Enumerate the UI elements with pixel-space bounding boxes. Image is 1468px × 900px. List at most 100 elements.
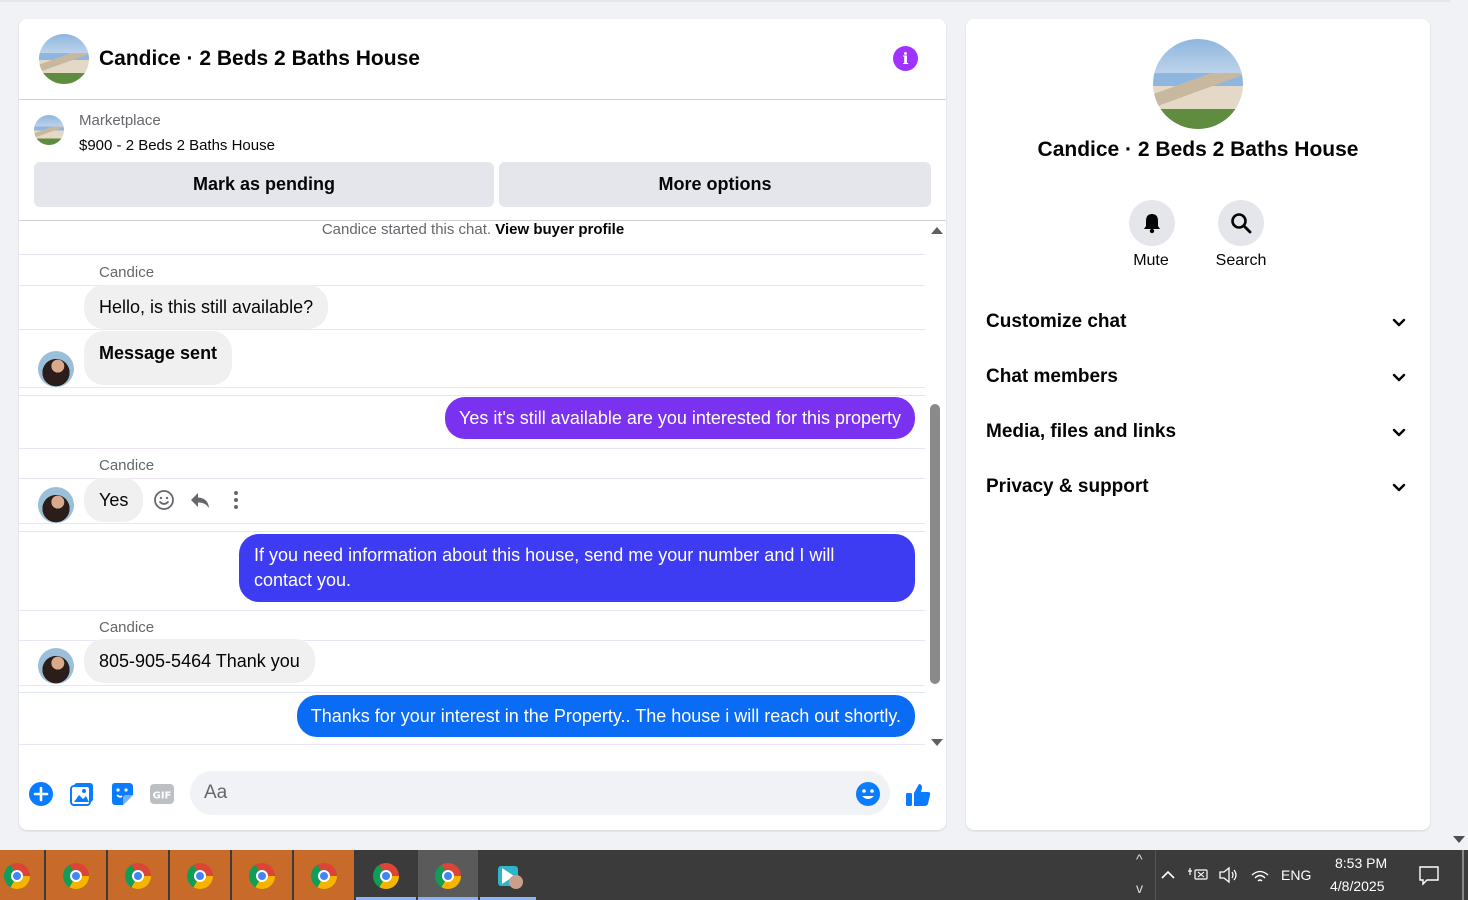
divider: [19, 448, 925, 449]
message-sent-notice: Message sent: [84, 331, 233, 385]
show-hidden-icons-icon[interactable]: [1160, 867, 1176, 883]
chevron-down-icon: [1392, 483, 1406, 492]
section-privacy-support[interactable]: Privacy & support: [966, 462, 1430, 512]
sender-avatar[interactable]: [38, 487, 74, 523]
emoji-icon[interactable]: [855, 781, 881, 807]
listing-price[interactable]: $900 - 2 Beds 2 Baths House: [79, 137, 275, 154]
outgoing-message[interactable]: If you need information about this house…: [239, 534, 915, 602]
chrome-icon: [63, 863, 89, 889]
view-buyer-profile-link[interactable]: View buyer profile: [495, 221, 624, 238]
divider: [19, 523, 925, 524]
mute-button[interactable]: [1129, 200, 1175, 246]
page-scrollbar[interactable]: [1450, 0, 1468, 850]
listing-thumbnail: [34, 115, 64, 145]
taskbar-chrome-2[interactable]: [46, 850, 106, 900]
search-button[interactable]: [1218, 200, 1264, 246]
thumbs-up-icon[interactable]: [904, 781, 931, 807]
chrome-icon: [187, 863, 213, 889]
scroll-thumb[interactable]: [930, 404, 940, 684]
chrome-icon: [4, 863, 30, 889]
search-label: Search: [1215, 252, 1267, 269]
divider: [19, 610, 925, 611]
reply-icon[interactable]: [189, 489, 211, 511]
chevron-down-icon: [1392, 318, 1406, 327]
scroll-up-arrow[interactable]: [931, 227, 943, 234]
taskbar-divider: [1155, 850, 1156, 900]
language-indicator[interactable]: ENG: [1281, 867, 1311, 883]
divider: [19, 387, 925, 388]
volume-icon[interactable]: [1218, 865, 1240, 885]
chat-started-notice: Candice started this chat. View buyer pr…: [321, 221, 625, 238]
chrome-icon: [249, 863, 275, 889]
outgoing-message[interactable]: Thanks for your interest in the Property…: [296, 695, 915, 737]
taskbar-scroll-down-icon[interactable]: v: [1136, 880, 1143, 896]
clock-date[interactable]: 4/8/2025: [1330, 878, 1385, 894]
taskbar-chrome-7[interactable]: [356, 850, 416, 900]
react-icon[interactable]: [153, 489, 175, 511]
message-sender: Candice: [99, 457, 155, 474]
gif-icon[interactable]: GIF: [149, 781, 175, 807]
mark-as-pending-button[interactable]: Mark as pending: [34, 162, 494, 207]
section-chat-members[interactable]: Chat members: [966, 352, 1430, 402]
taskbar-chrome-active[interactable]: [418, 850, 478, 900]
top-border: [0, 0, 1450, 2]
listing-photo[interactable]: [1153, 39, 1243, 129]
divider: [19, 531, 925, 532]
chat-title[interactable]: Candice · 2 Beds 2 Baths House: [99, 47, 420, 71]
page-scroll-down-arrow[interactable]: [1453, 836, 1465, 843]
chevron-down-icon: [1392, 373, 1406, 382]
composer: GIF: [19, 764, 946, 824]
marketplace-bar: Marketplace $900 - 2 Beds 2 Baths House …: [19, 100, 946, 221]
taskbar-chrome-3[interactable]: [108, 850, 168, 900]
svg-text:GIF: GIF: [153, 791, 172, 802]
sticker-icon[interactable]: [109, 781, 135, 807]
incoming-message[interactable]: Hello, is this still available?: [84, 285, 329, 329]
show-desktop-button[interactable]: [1462, 850, 1464, 900]
divider: [19, 478, 925, 479]
scroll-down-arrow[interactable]: [931, 739, 943, 746]
sender-avatar[interactable]: [38, 351, 74, 387]
details-title: Candice · 2 Beds 2 Baths House: [1037, 138, 1359, 161]
divider: [19, 685, 925, 686]
divider: [19, 744, 925, 745]
taskbar-scroll-up-icon[interactable]: ^: [1136, 851, 1143, 867]
chevron-down-icon: [1392, 428, 1406, 437]
message-scrollbar[interactable]: [927, 221, 946, 746]
message-sender: Candice: [99, 264, 155, 281]
mute-label: Mute: [1133, 252, 1169, 269]
notifications-icon[interactable]: [1418, 864, 1440, 886]
taskbar-chrome-6[interactable]: [294, 850, 354, 900]
chrome-icon: [125, 863, 151, 889]
message-input[interactable]: [190, 771, 890, 815]
message-list: Candice started this chat. View buyer pr…: [19, 221, 927, 746]
listing-avatar[interactable]: [39, 34, 89, 84]
chat-header: Candice · 2 Beds 2 Baths House i: [19, 19, 946, 100]
taskbar-chrome-1[interactable]: [0, 850, 44, 900]
divider: [19, 254, 925, 255]
incoming-message[interactable]: 805-905-5464 Thank you: [84, 639, 315, 683]
marketplace-label: Marketplace: [79, 112, 161, 129]
section-media-files-links[interactable]: Media, files and links: [966, 407, 1430, 457]
more-icon[interactable]: [225, 489, 247, 511]
divider: [19, 395, 925, 396]
taskbar-chrome-4[interactable]: [170, 850, 230, 900]
divider: [19, 329, 925, 330]
add-icon[interactable]: [28, 781, 54, 807]
section-customize-chat[interactable]: Customize chat: [966, 297, 1430, 347]
battery-icon[interactable]: [1187, 865, 1209, 885]
message-actions: [153, 489, 247, 511]
photo-icon[interactable]: [69, 781, 95, 807]
taskbar-app[interactable]: [480, 850, 536, 900]
wifi-icon[interactable]: [1250, 865, 1270, 885]
info-icon[interactable]: i: [893, 46, 918, 71]
clock-time[interactable]: 8:53 PM: [1335, 855, 1387, 871]
bell-icon: [1144, 214, 1160, 234]
more-options-button[interactable]: More options: [499, 162, 931, 207]
taskbar-chrome-5[interactable]: [232, 850, 292, 900]
incoming-message[interactable]: Yes: [84, 478, 144, 522]
divider: [19, 692, 925, 693]
chat-panel: Candice · 2 Beds 2 Baths House i Marketp…: [19, 19, 946, 830]
sender-avatar[interactable]: [38, 648, 74, 684]
chat-details-panel: Candice · 2 Beds 2 Baths House Mute Sear…: [966, 19, 1430, 830]
outgoing-message[interactable]: Yes it's still available are you interes…: [445, 397, 915, 439]
